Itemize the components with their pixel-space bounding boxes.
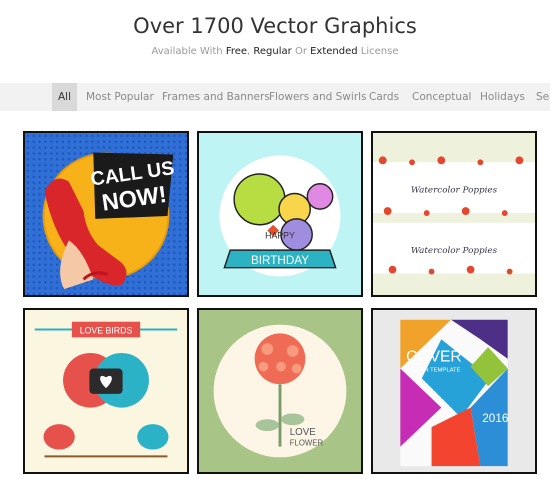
- license-regular: Regular: [253, 46, 292, 57]
- birthday-text: BIRTHDAY: [251, 254, 309, 267]
- cover-illustration: COVER DESIGN TEMPLATE 2016: [373, 310, 535, 472]
- cover-design-thumbnail[interactable]: COVER DESIGN TEMPLATE 2016: [371, 308, 537, 474]
- license-subtitle: Available With Free, Regular Or Extended…: [0, 46, 550, 57]
- filter-conceptual[interactable]: Conceptual: [406, 83, 477, 111]
- love-flower-thumbnail[interactable]: LOVE FLOWER: [197, 308, 363, 474]
- subtitle-text: Available With: [151, 46, 226, 57]
- watercolor-poppies-thumbnail[interactable]: Watercolor Poppies Watercolor Poppies: [371, 131, 537, 297]
- call-us-illustration: CALL US NOW!: [25, 133, 187, 295]
- filter-most-popular[interactable]: Most Popular: [80, 83, 160, 111]
- category-filter-bar: All Most Popular Frames and Banners Flow…: [0, 83, 550, 111]
- page-title: Over 1700 Vector Graphics: [133, 14, 417, 38]
- filter-holidays[interactable]: Holidays: [474, 83, 531, 111]
- license-extended: Extended: [310, 46, 358, 57]
- filter-all[interactable]: All: [52, 83, 78, 111]
- subtitle-or: Or: [291, 46, 311, 57]
- love-flower-illustration: LOVE FLOWER: [199, 310, 361, 472]
- poppies-caption-bottom: Watercolor Poppies: [411, 246, 498, 256]
- cover-subtitle: DESIGN TEMPLATE: [406, 367, 460, 373]
- license-free: Free: [225, 46, 248, 57]
- love-birds-illustration: LOVE BIRDS: [25, 310, 187, 472]
- filter-more[interactable]: Sea: [530, 83, 550, 111]
- happy-text: HAPPY: [265, 230, 295, 240]
- birthday-illustration: HAPPY BIRTHDAY: [199, 133, 361, 295]
- poppies-caption-top: Watercolor Poppies: [411, 186, 498, 196]
- happy-birthday-thumbnail[interactable]: HAPPY BIRTHDAY: [197, 131, 363, 297]
- flower-text: FLOWER: [290, 439, 324, 448]
- cover-title: COVER: [406, 349, 462, 366]
- love-birds-thumbnail[interactable]: LOVE BIRDS: [23, 308, 189, 474]
- love-birds-banner: LOVE BIRDS: [80, 325, 133, 335]
- cover-year: 2016: [482, 412, 508, 425]
- filter-flowers-and-swirls[interactable]: Flowers and Swirls: [263, 83, 373, 111]
- poppies-illustration: Watercolor Poppies Watercolor Poppies: [373, 133, 535, 295]
- filter-frames-and-banners[interactable]: Frames and Banners: [156, 83, 276, 111]
- call-us-now-thumbnail[interactable]: CALL US NOW!: [23, 131, 189, 297]
- love-text: LOVE: [290, 427, 317, 438]
- subtitle-suffix: License: [357, 46, 399, 57]
- filter-cards[interactable]: Cards: [363, 83, 405, 111]
